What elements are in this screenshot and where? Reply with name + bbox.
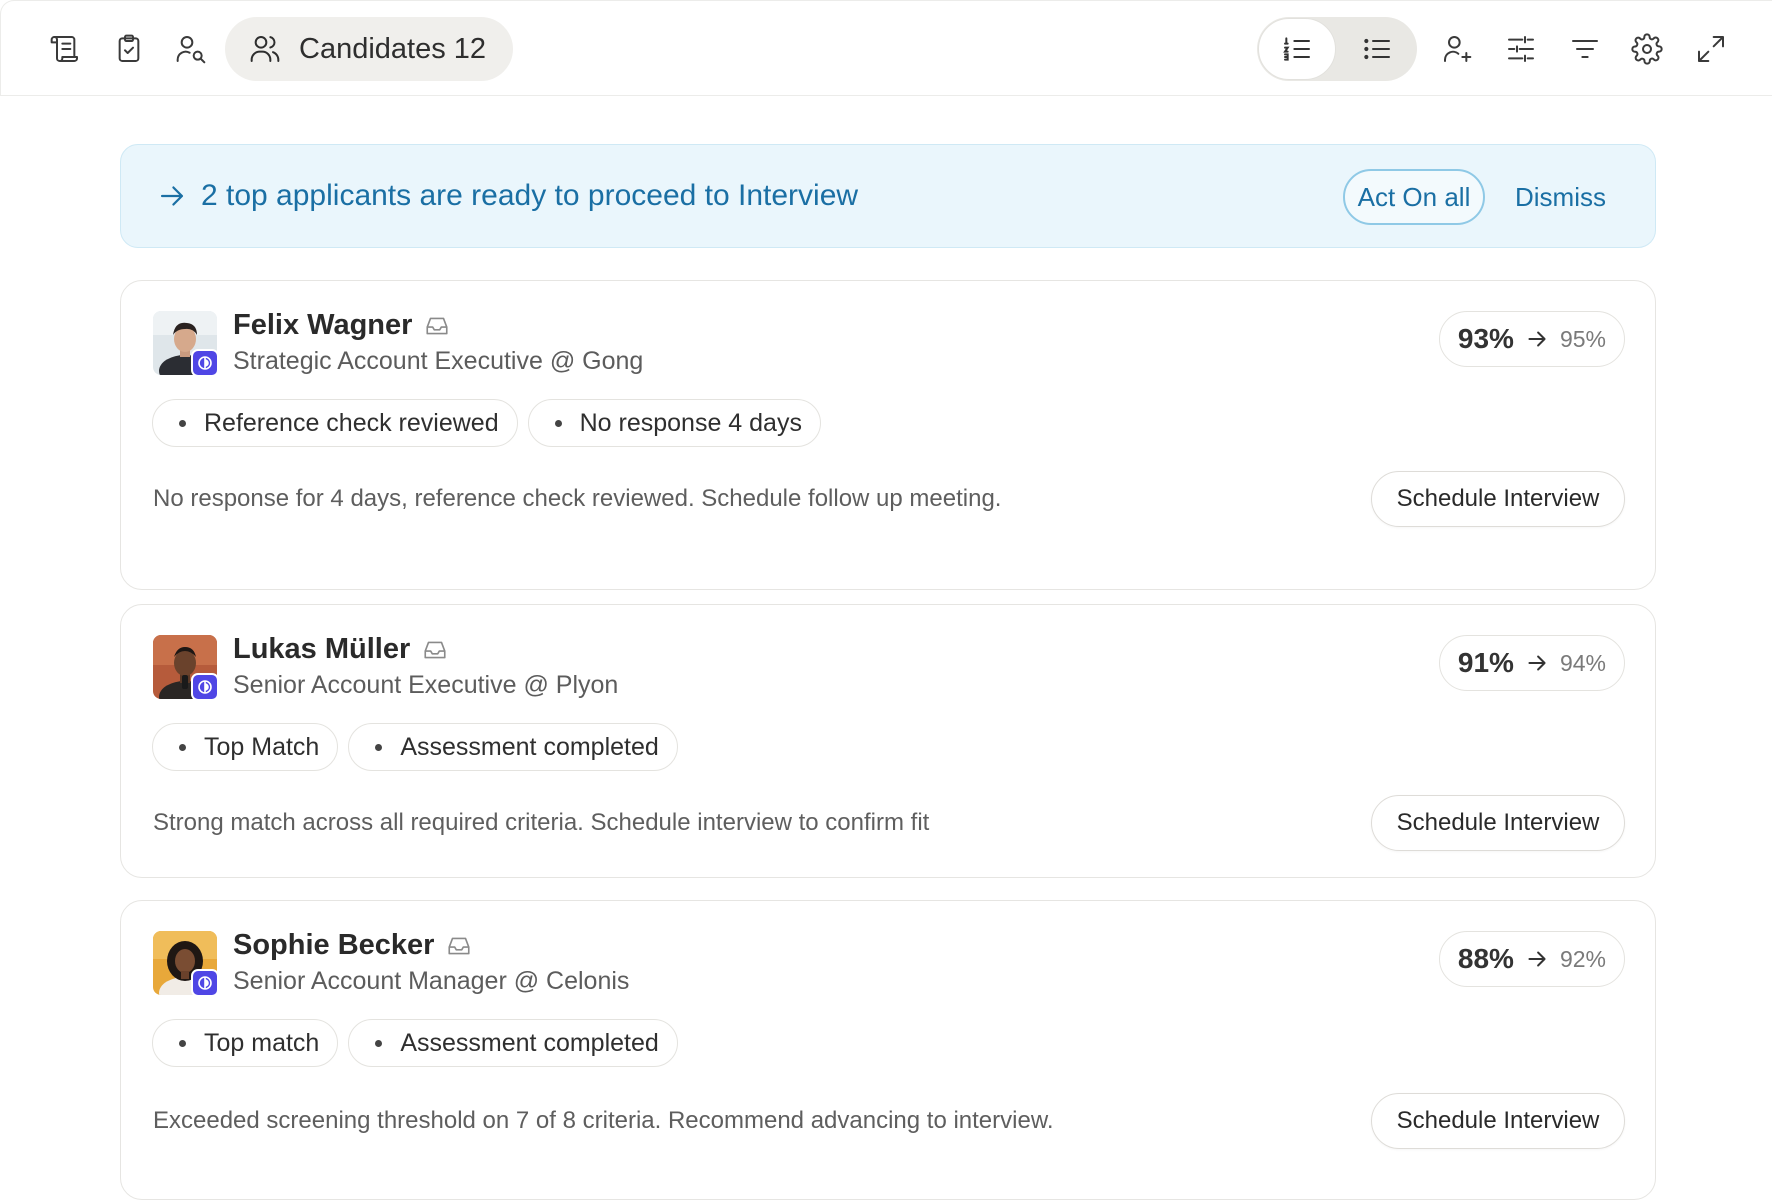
score-current: 93% [1457, 323, 1514, 354]
status-tag: Assessment completed [348, 1019, 678, 1067]
candidates-tab[interactable]: Candidates 12 [225, 17, 513, 81]
inbox-icon[interactable] [422, 637, 448, 663]
tag-list: Top Match Assessment completed [152, 723, 678, 771]
status-tag: Assessment completed [348, 723, 678, 771]
source-badge-icon [191, 349, 219, 377]
scroll-icon[interactable] [43, 27, 87, 71]
candidate-name-row: Sophie Becker [233, 929, 472, 962]
candidate-name: Felix Wagner [233, 309, 413, 341]
inbox-icon[interactable] [446, 933, 472, 959]
source-badge-icon [191, 969, 219, 997]
ordered-list-icon [1283, 37, 1310, 61]
source-badge-icon [191, 673, 219, 701]
schedule-interview-button[interactable]: Schedule Interview [1371, 471, 1625, 527]
view-toggle [1257, 17, 1417, 81]
candidate-summary: No response for 4 days, reference check … [153, 485, 1002, 512]
dismiss-button[interactable]: Dismiss [1515, 169, 1606, 225]
tag-list: Top match Assessment completed [152, 1019, 678, 1067]
candidate-name-row: Felix Wagner [233, 309, 450, 342]
ordered-list-view-button[interactable] [1258, 18, 1336, 80]
inbox-icon[interactable] [424, 313, 450, 339]
candidates-label: Candidates 12 [299, 32, 487, 65]
candidate-name: Lukas Müller [233, 633, 411, 665]
candidate-name-row: Lukas Müller [233, 633, 448, 666]
status-tag: No response 4 days [527, 399, 821, 447]
candidate-name: Sophie Becker [233, 929, 435, 961]
score-current: 88% [1457, 943, 1514, 974]
arrow-right-icon [160, 186, 184, 206]
match-score: 88% 92% [1438, 931, 1625, 987]
gear-icon[interactable] [1625, 27, 1669, 71]
proceed-banner: 2 top applicants are ready to proceed to… [120, 144, 1656, 248]
banner-message: 2 top applicants are ready to proceed to… [201, 179, 859, 212]
score-projected: 94% [1559, 649, 1606, 676]
arrow-right-icon [1528, 331, 1546, 347]
match-score: 93% 95% [1438, 311, 1625, 367]
avatar [153, 311, 219, 377]
candidate-card[interactable]: Lukas Müller Senior Account Executive @ … [120, 604, 1656, 878]
score-projected: 95% [1559, 325, 1606, 352]
candidate-summary: Exceeded screening threshold on 7 of 8 c… [153, 1107, 1054, 1134]
bulleted-list-view-button[interactable] [1337, 17, 1417, 81]
schedule-interview-button[interactable]: Schedule Interview [1371, 795, 1625, 851]
users-icon [250, 35, 280, 62]
user-search-icon[interactable] [169, 27, 213, 71]
status-tag: Reference check reviewed [152, 399, 518, 447]
act-on-all-button[interactable]: Act On all [1343, 169, 1485, 225]
avatar [153, 635, 219, 701]
toolbar: Candidates 12 [0, 0, 1772, 96]
score-current: 91% [1457, 647, 1514, 678]
status-tag: Top match [152, 1019, 339, 1067]
candidate-summary: Strong match across all required criteri… [153, 809, 930, 836]
status-tag: Top Match [152, 723, 339, 771]
arrow-right-icon [1528, 655, 1546, 671]
sliders-icon[interactable] [1499, 27, 1543, 71]
expand-icon[interactable] [1689, 27, 1733, 71]
bulleted-list-icon [1364, 38, 1390, 60]
arrow-right-icon [1528, 951, 1546, 967]
avatar [153, 931, 219, 997]
filter-icon[interactable] [1563, 27, 1607, 71]
app-frame: Candidates 12 2 top applicants are ready… [0, 0, 1772, 1200]
candidate-role: Senior Account Executive @ Plyon [233, 671, 619, 699]
clipboard-check-icon[interactable] [107, 27, 151, 71]
tag-list: Reference check reviewed No response 4 d… [152, 399, 821, 447]
candidate-role: Strategic Account Executive @ Gong [233, 347, 644, 375]
candidate-role: Senior Account Manager @ Celonis [233, 967, 630, 995]
match-score: 91% 94% [1438, 635, 1625, 691]
schedule-interview-button[interactable]: Schedule Interview [1371, 1093, 1625, 1149]
score-projected: 92% [1559, 945, 1606, 972]
add-user-icon[interactable] [1435, 27, 1479, 71]
candidate-card[interactable]: Felix Wagner Strategic Account Executive… [120, 280, 1656, 590]
candidate-card[interactable]: Sophie Becker Senior Account Manager @ C… [120, 900, 1656, 1200]
